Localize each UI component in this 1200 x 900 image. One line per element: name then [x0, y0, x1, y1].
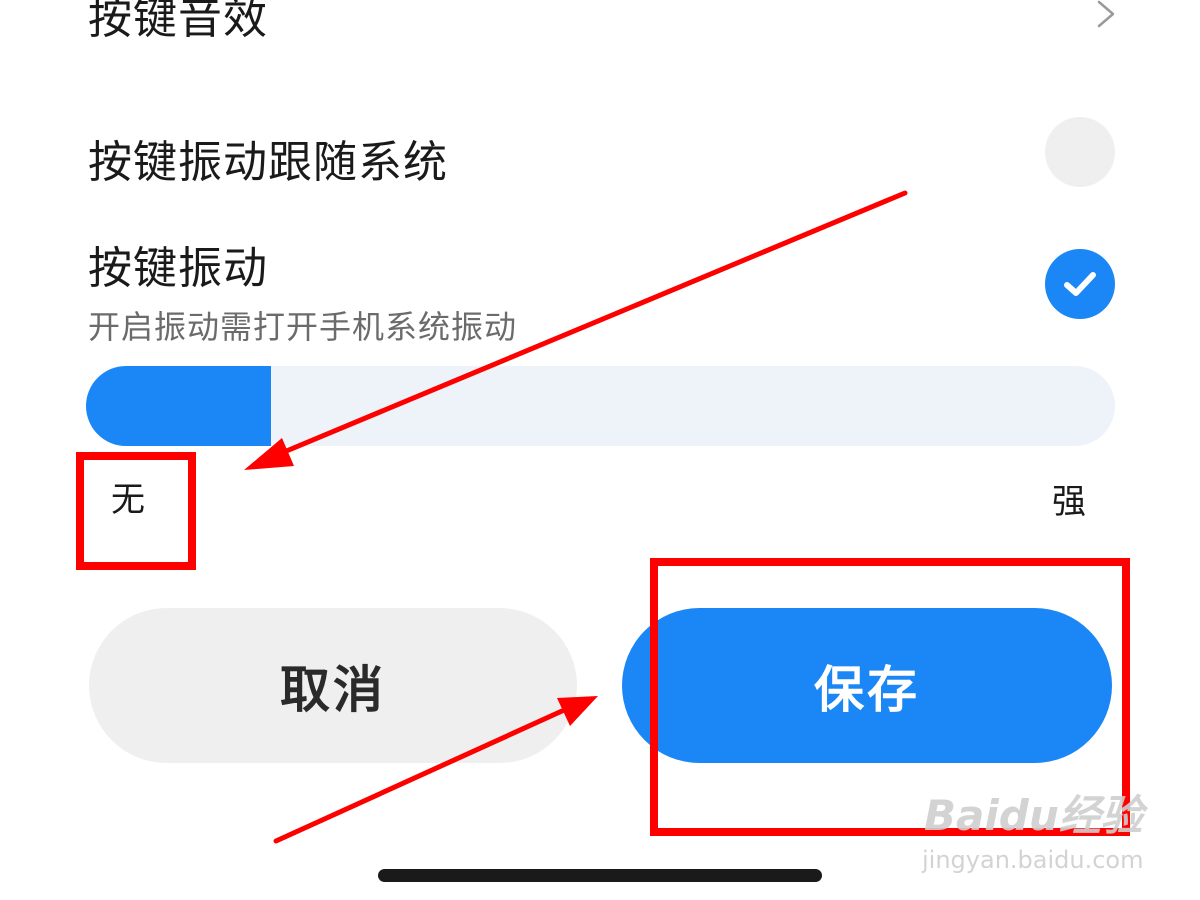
- baidu-jingyan-watermark: Baidu经验 jingyan.baidu.com: [920, 782, 1150, 882]
- cancel-button[interactable]: 取消: [89, 608, 577, 763]
- vibration-follow-system-checkbox[interactable]: [1045, 117, 1115, 187]
- home-indicator[interactable]: [378, 869, 822, 882]
- watermark-brand: Baidu经验: [924, 791, 1143, 840]
- key-vibration-checkbox[interactable]: [1045, 249, 1115, 319]
- key-vibration-hint: 开启振动需打开手机系统振动: [88, 308, 518, 346]
- vibration-strength-slider[interactable]: [86, 366, 1115, 446]
- chevron-right-icon[interactable]: [1093, 0, 1117, 28]
- strength-max-label: 强: [1052, 482, 1086, 522]
- key-sound-label[interactable]: 按键音效: [88, 0, 268, 46]
- watermark-url: jingyan.baidu.com: [922, 846, 1144, 874]
- checkmark-icon: [1064, 272, 1096, 296]
- annotation-box-min-label: [76, 452, 196, 570]
- key-vibration-label: 按键振动: [88, 243, 268, 294]
- vibration-strength-fill: [86, 366, 272, 446]
- vibration-follow-system-label: 按键振动跟随系统: [88, 137, 448, 188]
